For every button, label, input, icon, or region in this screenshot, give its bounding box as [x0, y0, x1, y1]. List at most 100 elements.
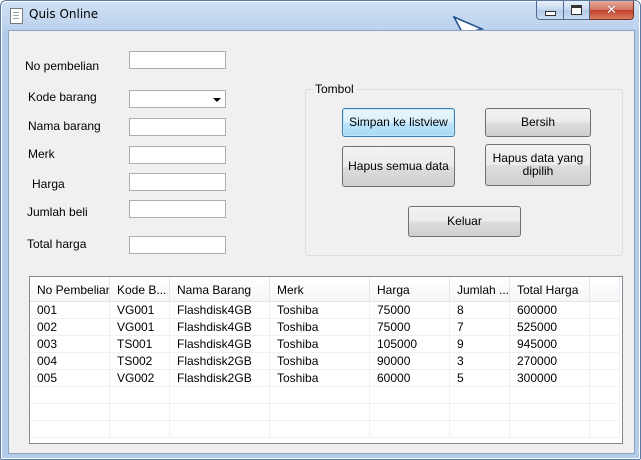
table-cell-filler: [590, 319, 620, 336]
table-cell-harga: [370, 421, 450, 438]
table-cell-no-pembelian: [30, 387, 110, 404]
table-cell-no-pembelian: 003: [30, 336, 110, 353]
table-cell-jumlah: 7: [450, 319, 510, 336]
window-title: Quis Online: [29, 7, 99, 21]
kode-barang-combobox[interactable]: [129, 90, 226, 108]
table-cell-harga: 105000: [370, 336, 450, 353]
table-cell-jumlah: [450, 404, 510, 421]
minimize-button[interactable]: [536, 1, 564, 20]
table-row[interactable]: 004 TS002 Flashdisk2GB Toshiba 90000 3 270000: [30, 353, 620, 370]
table-cell-nama-barang: [170, 421, 270, 438]
app-icon: [10, 8, 23, 24]
hapus-data-dipilih-line2: dipilih: [522, 164, 554, 178]
close-icon: ✕: [606, 2, 617, 18]
column-header-filler: [590, 277, 620, 301]
merk-input[interactable]: [129, 146, 226, 164]
table-cell-no-pembelian: [30, 421, 110, 438]
table-cell-total-harga: 270000: [510, 353, 590, 370]
nama-barang-input[interactable]: [129, 118, 226, 136]
table-cell-kode-barang: TS001: [110, 336, 170, 353]
table-cell-kode-barang: VG001: [110, 319, 170, 336]
table-cell-merk: Toshiba: [270, 353, 370, 370]
table-cell-total-harga: [510, 387, 590, 404]
no-pembelian-input[interactable]: [129, 51, 226, 69]
hapus-data-dipilih-button[interactable]: Hapus data yang dipilih: [485, 144, 591, 186]
table-cell-harga: 90000: [370, 353, 450, 370]
table-cell-filler: [590, 387, 620, 404]
table-cell-merk: Toshiba: [270, 302, 370, 319]
table-cell-no-pembelian: 005: [30, 370, 110, 387]
hapus-semua-data-button[interactable]: Hapus semua data: [342, 146, 455, 187]
table-row[interactable]: 001 VG001 Flashdisk4GB Toshiba 75000 8 600000: [30, 302, 620, 319]
table-cell-harga: 75000: [370, 302, 450, 319]
table-cell-total-harga: 600000: [510, 302, 590, 319]
table-cell-jumlah: [450, 387, 510, 404]
close-button[interactable]: ✕: [590, 1, 634, 20]
column-header-no-pembelian[interactable]: No Pembelian: [30, 277, 110, 301]
table-cell-merk: Toshiba: [270, 370, 370, 387]
simpan-ke-listview-button[interactable]: Simpan ke listview: [342, 108, 455, 137]
listview-body: 001 VG001 Flashdisk4GB Toshiba 75000 8 600000 0…: [30, 302, 620, 438]
table-cell-no-pembelian: [30, 404, 110, 421]
table-row[interactable]: [30, 404, 620, 421]
table-cell-harga: [370, 404, 450, 421]
table-cell-harga: 60000: [370, 370, 450, 387]
table-cell-harga: 75000: [370, 319, 450, 336]
table-cell-nama-barang: [170, 387, 270, 404]
table-cell-total-harga: 525000: [510, 319, 590, 336]
nama-barang-label: Nama barang: [28, 119, 101, 133]
chevron-down-icon[interactable]: [213, 98, 221, 102]
no-pembelian-label: No pembelian: [25, 59, 100, 73]
table-cell-total-harga: 945000: [510, 336, 590, 353]
title-bar[interactable]: Quis Online ✕: [1, 1, 640, 30]
column-header-merk[interactable]: Merk: [270, 277, 370, 301]
table-cell-jumlah: 3: [450, 353, 510, 370]
table-row[interactable]: 003 TS001 Flashdisk4GB Toshiba 105000 9 945000: [30, 336, 620, 353]
table-cell-kode-barang: TS002: [110, 353, 170, 370]
column-header-total-harga[interactable]: Total Harga: [510, 277, 590, 301]
jumlah-beli-label: Jumlah beli: [27, 205, 88, 219]
table-cell-kode-barang: VG001: [110, 302, 170, 319]
table-cell-nama-barang: [170, 404, 270, 421]
table-row[interactable]: 002 VG001 Flashdisk4GB Toshiba 75000 7 525000: [30, 319, 620, 336]
minimize-icon: [544, 10, 556, 16]
table-cell-merk: [270, 387, 370, 404]
table-row[interactable]: 005 VG002 Flashdisk2GB Toshiba 60000 5 300000: [30, 370, 620, 387]
jumlah-beli-input[interactable]: [129, 200, 226, 218]
merk-label: Merk: [28, 147, 55, 161]
table-cell-harga: [370, 387, 450, 404]
table-cell-filler: [590, 336, 620, 353]
table-cell-filler: [590, 353, 620, 370]
purchase-listview[interactable]: No Pembelian Kode B... Nama Barang Merk Harg…: [29, 276, 623, 444]
column-header-nama-barang[interactable]: Nama Barang: [170, 277, 270, 301]
total-harga-input[interactable]: [129, 236, 226, 254]
maximize-icon: [571, 5, 582, 15]
table-cell-no-pembelian: 001: [30, 302, 110, 319]
bersih-button[interactable]: Bersih: [485, 108, 591, 137]
column-header-harga[interactable]: Harga: [370, 277, 450, 301]
table-cell-nama-barang: Flashdisk4GB: [170, 319, 270, 336]
table-cell-merk: [270, 421, 370, 438]
harga-input[interactable]: [129, 173, 226, 191]
listview-header: No Pembelian Kode B... Nama Barang Merk Harg…: [30, 277, 620, 302]
maximize-button[interactable]: [564, 1, 590, 20]
table-cell-filler: [590, 404, 620, 421]
kode-barang-label: Kode barang: [28, 90, 97, 104]
table-cell-filler: [590, 370, 620, 387]
table-cell-merk: [270, 404, 370, 421]
table-cell-merk: Toshiba: [270, 319, 370, 336]
harga-label: Harga: [32, 177, 65, 191]
table-cell-no-pembelian: 004: [30, 353, 110, 370]
table-cell-kode-barang: VG002: [110, 370, 170, 387]
table-cell-jumlah: 9: [450, 336, 510, 353]
keluar-button[interactable]: Keluar: [408, 206, 521, 237]
form-client-area: No pembelian Kode barang Nama barang Mer…: [8, 30, 635, 454]
column-header-jumlah[interactable]: Jumlah ...: [450, 277, 510, 301]
tombol-group-title: Tombol: [313, 82, 356, 96]
table-cell-nama-barang: Flashdisk4GB: [170, 336, 270, 353]
caption-buttons: ✕: [536, 1, 634, 21]
column-header-kode-barang[interactable]: Kode B...: [110, 277, 170, 301]
table-row[interactable]: [30, 421, 620, 438]
table-row[interactable]: [30, 387, 620, 404]
main-window: Quis Online ✕ No pembelian Kode barang N…: [0, 0, 641, 460]
